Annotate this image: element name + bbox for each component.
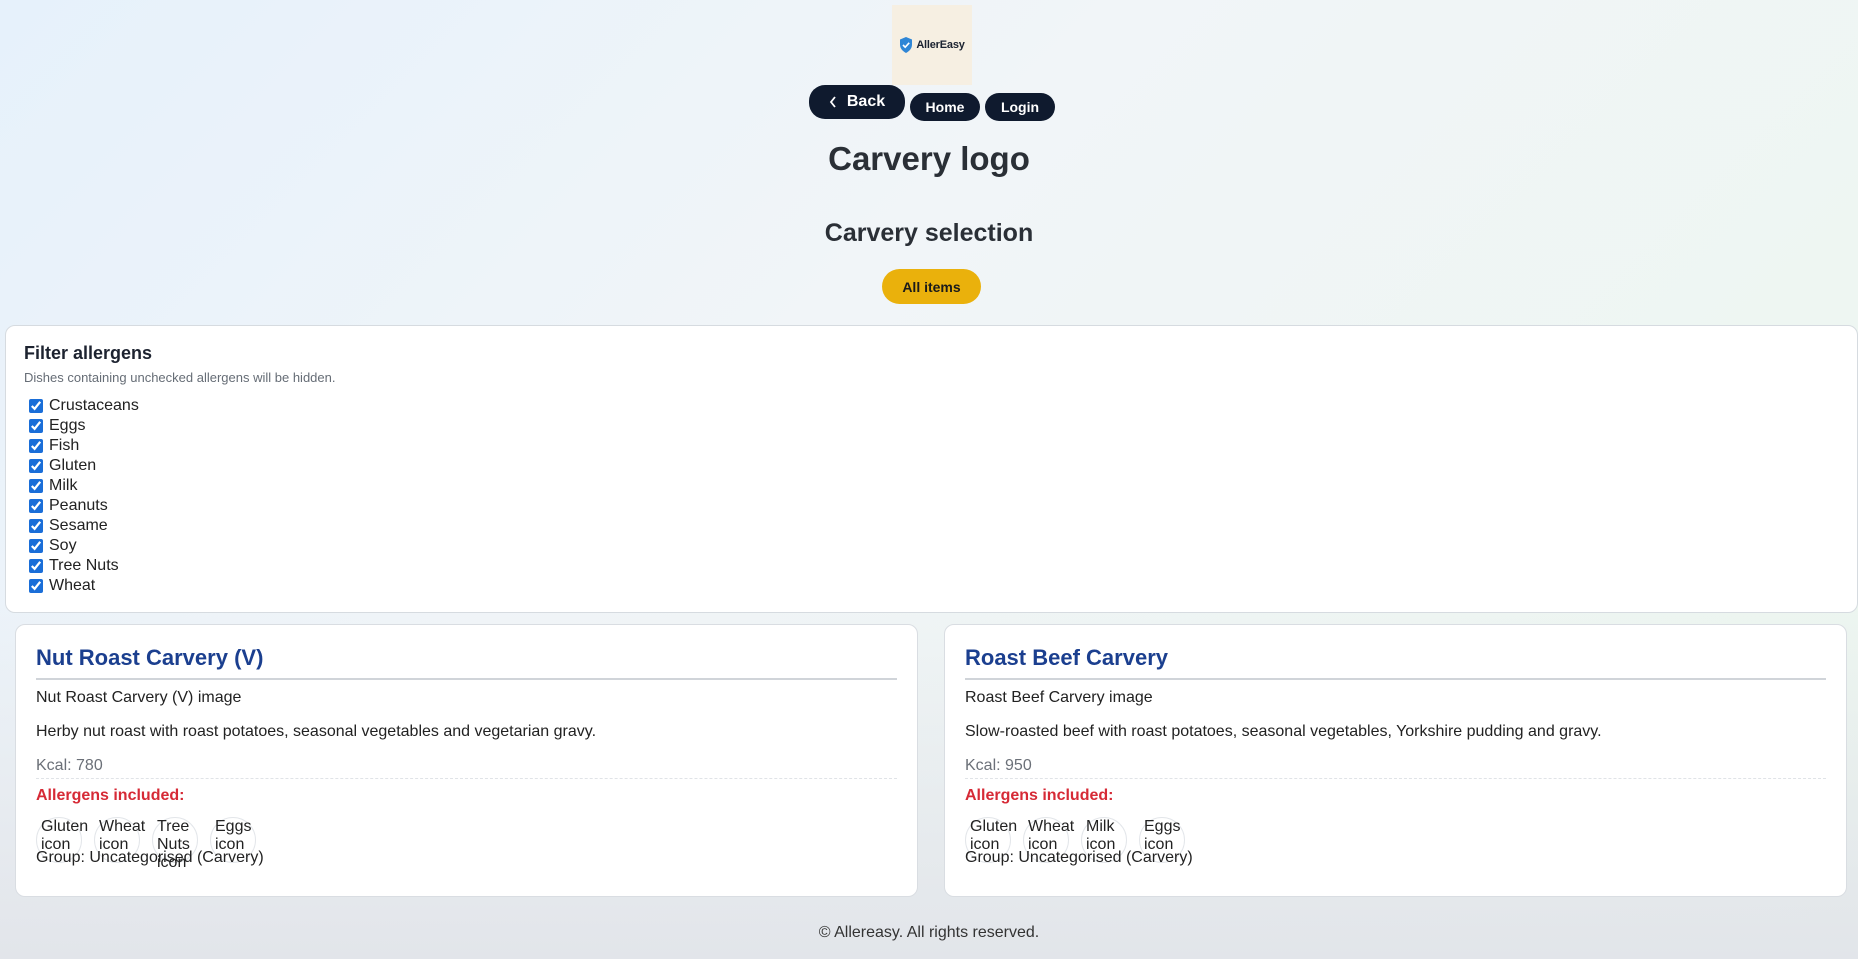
- allergen-option[interactable]: Crustaceans: [24, 396, 1839, 416]
- section-heading: Carvery selection: [824, 219, 1034, 247]
- dish-group: Group: Uncategorised (Carvery): [965, 849, 1193, 866]
- allergen-checkbox[interactable]: [29, 459, 43, 473]
- allergen-checkbox[interactable]: [29, 399, 43, 413]
- allergen-checkbox[interactable]: [29, 539, 43, 553]
- allergen-label: Gluten: [49, 457, 97, 474]
- allergen-option[interactable]: Fish: [24, 436, 1839, 456]
- filter-title: Filter allergens: [24, 343, 153, 363]
- allergen-checkbox[interactable]: [29, 479, 43, 493]
- back-button[interactable]: Back: [809, 85, 905, 119]
- allergens-included-label: Allergens included:: [965, 787, 1114, 804]
- allergen-option[interactable]: Wheat: [24, 576, 1839, 596]
- allergen-option[interactable]: Soy: [24, 536, 1839, 556]
- allergen-checkbox[interactable]: [29, 519, 43, 533]
- allergen-option[interactable]: Tree Nuts: [24, 556, 1839, 576]
- shield-check-icon: [900, 37, 913, 53]
- allergen-label: Wheat: [49, 577, 96, 594]
- allergen-checkbox[interactable]: [29, 559, 43, 573]
- allergen-filter-panel: Filter allergens Dishes containing unche…: [5, 325, 1858, 613]
- allergen-label: Soy: [49, 537, 77, 554]
- allergen-label: Sesame: [49, 517, 108, 534]
- dish-group: Group: Uncategorised (Carvery): [36, 849, 264, 866]
- allergen-label: Eggs: [49, 417, 86, 434]
- all-items-button[interactable]: All items: [882, 269, 981, 304]
- allergen-checkbox[interactable]: [29, 439, 43, 453]
- login-button[interactable]: Login: [985, 93, 1055, 121]
- allergens-included-label: Allergens included:: [36, 787, 185, 804]
- allergen-option[interactable]: Sesame: [24, 516, 1839, 536]
- allergen-checkbox-list: Crustaceans Eggs Fish Gluten Milk Peanuts Sesa…: [24, 396, 1839, 596]
- dish-kcal: Kcal: 780: [36, 757, 897, 779]
- allergen-label: Tree Nuts: [49, 557, 119, 574]
- allergen-label: Fish: [49, 437, 80, 454]
- allergen-checkbox[interactable]: [29, 499, 43, 513]
- dish-description: Slow-roasted beef with roast potatoes, s…: [965, 723, 1602, 740]
- page-title: Carvery logo: [828, 140, 1030, 177]
- back-label: Back: [846, 93, 886, 110]
- dish-card: Roast Beef Carvery Roast Beef Carvery im…: [944, 624, 1847, 897]
- allergen-option[interactable]: Milk: [24, 476, 1839, 496]
- dish-description: Herby nut roast with roast potatoes, sea…: [36, 723, 597, 740]
- allergen-option[interactable]: Eggs: [24, 416, 1839, 436]
- allergen-label: Milk: [49, 477, 78, 494]
- dish-kcal: Kcal: 950: [965, 757, 1826, 779]
- dish-title[interactable]: Nut Roast Carvery (V): [36, 645, 897, 680]
- footer-copyright: © Allereasy. All rights reserved.: [818, 924, 1040, 941]
- allergen-option[interactable]: Peanuts: [24, 496, 1839, 516]
- home-button[interactable]: Home: [910, 93, 980, 121]
- allergen-checkbox[interactable]: [29, 579, 43, 593]
- dish-image: Roast Beef Carvery image: [965, 689, 1153, 706]
- brand-logo[interactable]: AllerEasy: [892, 5, 972, 85]
- dish-title[interactable]: Roast Beef Carvery: [965, 645, 1826, 680]
- allergen-option[interactable]: Gluten: [24, 456, 1839, 476]
- chevron-left-icon: [829, 96, 836, 108]
- allergen-checkbox[interactable]: [29, 419, 43, 433]
- brand-name: AllerEasy: [916, 39, 965, 51]
- dish-image: Nut Roast Carvery (V) image: [36, 689, 242, 706]
- allergen-label: Peanuts: [49, 497, 108, 514]
- filter-subtitle: Dishes containing unchecked allergens wi…: [24, 370, 336, 385]
- dish-card: Nut Roast Carvery (V) Nut Roast Carvery …: [15, 624, 918, 897]
- allergen-label: Crustaceans: [49, 397, 139, 414]
